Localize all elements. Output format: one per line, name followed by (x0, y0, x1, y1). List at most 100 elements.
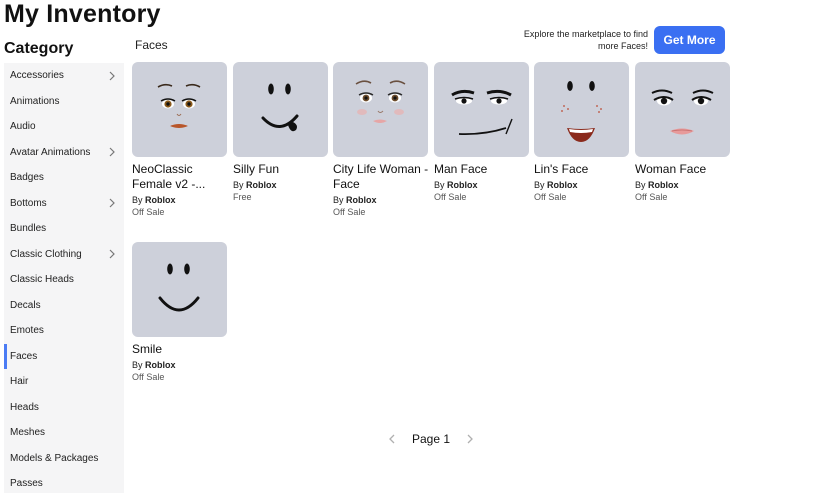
category-heading: Category (4, 40, 74, 57)
page-indicator: Page 1 (411, 432, 451, 446)
woman-face-icon (651, 89, 714, 135)
item-price: Free (233, 192, 252, 202)
creator-name[interactable]: Roblox (547, 180, 578, 190)
smile-face-icon (158, 263, 200, 312)
item-name[interactable]: Woman Face (635, 162, 731, 177)
sidebar-item-animations[interactable]: Animations (4, 89, 124, 115)
sidebar-item-meshes[interactable]: Meshes (4, 420, 124, 446)
creator-name[interactable]: Roblox (346, 195, 377, 205)
next-page-icon[interactable] (463, 432, 477, 446)
item-thumbnail[interactable] (333, 62, 428, 157)
sidebar-item-models-packages[interactable]: Models & Packages (4, 446, 124, 472)
item-creator: By Roblox (132, 359, 228, 371)
item-card[interactable]: Man Face By Roblox Off Sale (434, 62, 530, 203)
marketplace-promo-text: Explore the marketplace to find more Fac… (523, 29, 648, 51)
creator-name[interactable]: Roblox (648, 180, 679, 190)
sidebar-item-faces[interactable]: Faces (4, 343, 124, 369)
sidebar-item-label: Accessories (10, 70, 64, 82)
sidebar-item-label: Bottoms (10, 197, 47, 209)
sidebar-item-passes[interactable]: Passes (4, 471, 124, 497)
sidebar-item-label: Classic Clothing (10, 248, 82, 260)
sidebar-item-label: Animations (10, 95, 60, 107)
chevron-right-icon (109, 71, 115, 81)
sidebar-item-label: Audio (10, 121, 36, 133)
sidebar-item-accessories[interactable]: Accessories (4, 63, 124, 89)
item-thumbnail[interactable] (233, 62, 328, 157)
item-price: Off Sale (132, 372, 165, 382)
item-card[interactable]: Smile By Roblox Off Sale (132, 242, 228, 383)
sidebar-item-heads[interactable]: Heads (4, 395, 124, 421)
sidebar-item-badges[interactable]: Badges (4, 165, 124, 191)
sidebar-item-label: Avatar Animations (10, 146, 91, 158)
item-creator: By Roblox (333, 194, 429, 206)
sidebar-item-label: Meshes (10, 427, 46, 439)
by-label: By (132, 195, 143, 205)
sidebar-item-emotes[interactable]: Emotes (4, 318, 124, 344)
section-title: Faces (135, 38, 168, 52)
item-name[interactable]: NeoClassic Female v2 -... (132, 162, 228, 192)
item-price: Off Sale (434, 192, 467, 202)
item-name[interactable]: Silly Fun (233, 162, 329, 177)
item-creator: By Roblox (132, 194, 228, 206)
city-life-woman-face-icon (355, 80, 406, 123)
get-more-button[interactable]: Get More (654, 26, 725, 54)
item-card[interactable]: Woman Face By Roblox Off Sale (635, 62, 731, 203)
neoclassic-female-face-icon (157, 83, 201, 128)
item-price: Off Sale (132, 207, 165, 217)
creator-name[interactable]: Roblox (447, 180, 478, 190)
item-creator: By Roblox (233, 179, 329, 191)
item-price: Off Sale (534, 192, 567, 202)
item-thumbnail[interactable] (434, 62, 529, 157)
man-face-icon (451, 89, 513, 136)
sidebar-item-classic-heads[interactable]: Classic Heads (4, 267, 124, 293)
chevron-right-icon (109, 198, 115, 208)
creator-name[interactable]: Roblox (145, 360, 176, 370)
previous-page-icon[interactable] (385, 432, 399, 446)
item-thumbnail[interactable] (635, 62, 730, 157)
by-label: By (132, 360, 143, 370)
sidebar-item-bottoms[interactable]: Bottoms (4, 191, 124, 217)
sidebar-item-bundles[interactable]: Bundles (4, 216, 124, 242)
item-card[interactable]: Silly Fun By Roblox Free (233, 62, 329, 203)
item-price: Off Sale (635, 192, 668, 202)
item-thumbnail[interactable] (132, 242, 227, 337)
sidebar-item-decals[interactable]: Decals (4, 293, 124, 319)
sidebar-item-audio[interactable]: Audio (4, 114, 124, 140)
sidebar-item-label: Models & Packages (10, 452, 99, 464)
category-sidebar: Accessories Animations Audio Avatar Anim… (4, 63, 124, 493)
silly-fun-face-icon (261, 83, 299, 132)
item-name[interactable]: City Life Woman - Face (333, 162, 429, 192)
sidebar-item-hair[interactable]: Hair (4, 369, 124, 395)
item-card[interactable]: NeoClassic Female v2 -... By Roblox Off … (132, 62, 228, 218)
sidebar-item-label: Heads (10, 401, 39, 413)
sidebar-item-avatar-animations[interactable]: Avatar Animations (4, 140, 124, 166)
sidebar-item-label: Hair (10, 376, 29, 388)
creator-name[interactable]: Roblox (145, 195, 176, 205)
item-name[interactable]: Lin's Face (534, 162, 630, 177)
item-price: Off Sale (333, 207, 366, 217)
item-card[interactable]: Lin's Face By Roblox Off Sale (534, 62, 630, 203)
by-label: By (635, 180, 646, 190)
sidebar-item-label: Badges (10, 172, 44, 184)
by-label: By (434, 180, 445, 190)
item-name[interactable]: Man Face (434, 162, 530, 177)
lins-face-icon (561, 81, 602, 142)
sidebar-item-label: Bundles (10, 223, 47, 235)
item-creator: By Roblox (635, 179, 731, 191)
item-name[interactable]: Smile (132, 342, 228, 357)
item-thumbnail[interactable] (132, 62, 227, 157)
sidebar-item-label: Emotes (10, 325, 44, 337)
chevron-right-icon (109, 147, 115, 157)
sidebar-item-label: Faces (10, 350, 38, 362)
sidebar-item-label: Decals (10, 299, 41, 311)
sidebar-item-label: Classic Heads (10, 274, 74, 286)
page-title: My Inventory (4, 0, 161, 28)
item-creator: By Roblox (434, 179, 530, 191)
creator-name[interactable]: Roblox (246, 180, 277, 190)
sidebar-item-classic-clothing[interactable]: Classic Clothing (4, 242, 124, 268)
item-thumbnail[interactable] (534, 62, 629, 157)
item-creator: By Roblox (534, 179, 630, 191)
item-card[interactable]: City Life Woman - Face By Roblox Off Sal… (333, 62, 429, 218)
by-label: By (534, 180, 545, 190)
pagination: Page 1 (385, 430, 477, 448)
